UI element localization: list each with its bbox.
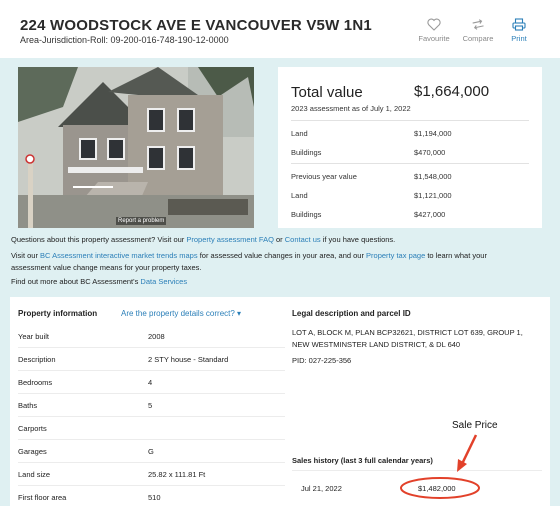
annotation-arrow <box>460 434 478 465</box>
arrow-head <box>457 459 467 472</box>
sale-price-circle <box>400 477 480 499</box>
annotation-overlay <box>400 434 480 499</box>
